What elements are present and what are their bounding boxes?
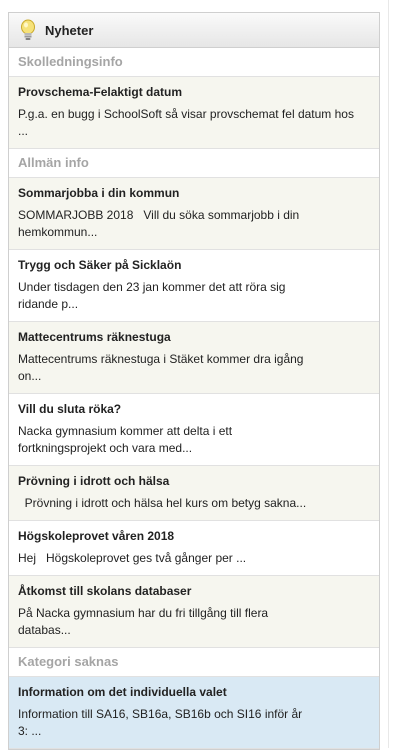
news-item[interactable]: Information om det individuella valet In… xyxy=(9,677,379,749)
news-item-excerpt: Information till SA16, SB16a, SB16b och … xyxy=(18,707,306,738)
news-item-excerpt: Under tisdagen den 23 jan kommer det att… xyxy=(18,280,289,311)
news-widget: Nyheter Skolledningsinfo Provschema-Fela… xyxy=(8,12,380,750)
news-item-excerpt: Hej Högskoleprovet ges två gånger per ..… xyxy=(18,551,247,565)
news-item-title[interactable]: Prövning i idrott och hälsa xyxy=(18,473,370,490)
news-item[interactable]: Trygg och Säker på Sicklaön Under tisdag… xyxy=(9,250,379,322)
news-item-excerpt: P.g.a. en bugg i SchoolSoft så visar pro… xyxy=(18,107,358,138)
category-heading-allman-info: Allmän info xyxy=(9,149,379,178)
news-item[interactable]: Åtkomst till skolans databaser På Nacka … xyxy=(9,576,379,648)
news-item-title[interactable]: Information om det individuella valet xyxy=(18,684,370,701)
news-item-title[interactable]: Trygg och Säker på Sicklaön xyxy=(18,257,370,274)
news-item-title[interactable]: Provschema-Felaktigt datum xyxy=(18,84,370,101)
news-item-excerpt: På Nacka gymnasium har du fri tillgång t… xyxy=(18,606,272,637)
lightbulb-icon xyxy=(21,19,35,40)
news-item-excerpt: Mattecentrums räknestuga i Stäket kommer… xyxy=(18,352,307,383)
news-widget-header: Nyheter xyxy=(9,13,379,48)
news-item[interactable]: Prövning i idrott och hälsa Prövning i i… xyxy=(9,466,379,521)
news-item-title[interactable]: Vill du sluta röka? xyxy=(18,401,370,418)
news-item-excerpt: Nacka gymnasium kommer att delta i ett f… xyxy=(18,424,236,455)
news-item-title[interactable]: Högskoleprovet våren 2018 xyxy=(18,528,370,545)
news-item[interactable]: Sommarjobba i din kommun SOMMARJOBB 2018… xyxy=(9,178,379,250)
category-heading-skolledningsinfo: Skolledningsinfo xyxy=(9,48,379,77)
category-heading-kategori-saknas: Kategori saknas xyxy=(9,648,379,677)
news-item-excerpt: Prövning i idrott och hälsa hel kurs om … xyxy=(18,496,307,510)
news-item-title[interactable]: Sommarjobba i din kommun xyxy=(18,185,370,202)
page-scroll-rail xyxy=(388,0,389,748)
news-item[interactable]: Mattecentrums räknestuga Mattecentrums r… xyxy=(9,322,379,394)
news-item[interactable]: Provschema-Felaktigt datum P.g.a. en bug… xyxy=(9,77,379,149)
news-widget-title: Nyheter xyxy=(45,22,94,38)
news-item-title[interactable]: Åtkomst till skolans databaser xyxy=(18,583,370,600)
news-item[interactable]: Vill du sluta röka? Nacka gymnasium komm… xyxy=(9,394,379,466)
news-item-title[interactable]: Mattecentrums räknestuga xyxy=(18,329,370,346)
news-item[interactable]: Högskoleprovet våren 2018 Hej Högskolepr… xyxy=(9,521,379,576)
news-item-excerpt: SOMMARJOBB 2018 Vill du söka sommarjobb … xyxy=(18,208,303,239)
